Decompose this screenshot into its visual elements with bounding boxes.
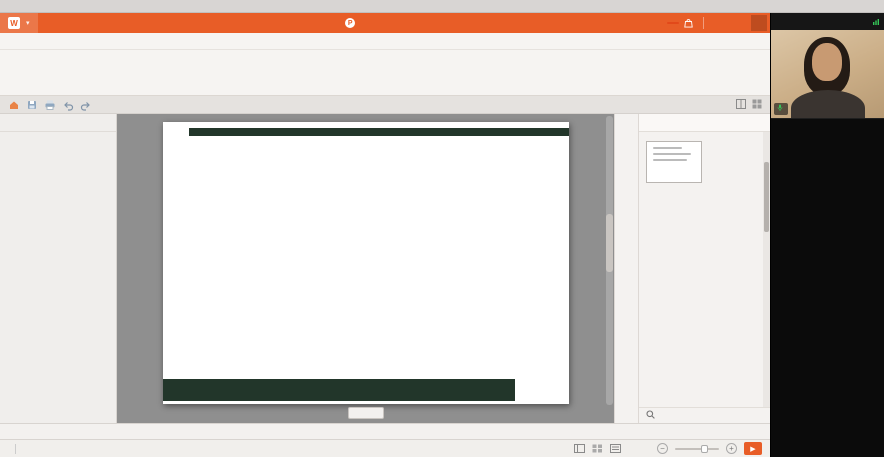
task-pane-body <box>639 132 770 407</box>
ribbon-tabs <box>0 33 770 50</box>
participant-video-tile[interactable] <box>771 30 884 118</box>
tab-bar-tools <box>728 96 770 113</box>
quick-access-toolbar <box>0 96 100 113</box>
wps-window: W ▾ P <box>0 13 770 457</box>
titlebar-divider <box>703 17 704 29</box>
scrollbar-thumb[interactable] <box>606 214 613 272</box>
participant-name-tag <box>774 103 788 115</box>
slide-thumbnail-panel <box>0 114 117 423</box>
zoom-out-button[interactable]: − <box>657 443 668 454</box>
app-menu-tab[interactable]: W ▾ <box>0 13 38 33</box>
slide-canvas[interactable] <box>163 122 569 404</box>
maximize-button[interactable] <box>730 15 746 31</box>
reading-view-icon[interactable] <box>610 444 621 453</box>
wps-logo-icon: W <box>8 17 20 29</box>
thumbnail-list <box>0 132 116 423</box>
ppt-file-icon: P <box>345 18 355 28</box>
close-button[interactable] <box>751 15 767 31</box>
normal-view-icon[interactable] <box>574 444 585 453</box>
screen: W ▾ P <box>0 0 884 457</box>
shop-icon[interactable] <box>684 18 693 28</box>
titlebar-controls <box>667 15 770 31</box>
meeting-panel <box>770 13 884 457</box>
status-divider <box>15 444 16 454</box>
design-task-pane <box>638 114 770 423</box>
slide-sorter-icon[interactable] <box>592 444 603 453</box>
volume-indicator-icon <box>872 18 880 26</box>
minimize-button[interactable] <box>709 15 725 31</box>
ribbon-content <box>0 50 770 96</box>
slideshow-button[interactable]: ▶ <box>744 442 762 455</box>
chevron-down-icon: ▾ <box>26 19 30 27</box>
slide-edit-area <box>117 114 614 423</box>
redo-icon[interactable] <box>80 99 92 111</box>
main-row: W ▾ P <box>0 13 884 457</box>
undo-icon[interactable] <box>62 99 74 111</box>
window-title-area: P <box>38 18 667 28</box>
print-icon[interactable] <box>44 99 56 111</box>
home-icon[interactable] <box>8 99 20 111</box>
task-pane-scrollbar[interactable] <box>763 132 770 407</box>
status-bar: − + ▶ <box>0 439 770 457</box>
panel-collapse-button[interactable] <box>771 118 884 457</box>
save-icon[interactable] <box>26 99 38 111</box>
edit-area-scrollbar[interactable] <box>606 116 613 405</box>
zoom-slider-knob[interactable] <box>701 445 708 453</box>
slide-top-bar <box>189 128 569 136</box>
slide-bottom-bar <box>163 379 515 401</box>
mic-icon <box>777 104 783 114</box>
notes-collapse-button[interactable] <box>348 407 384 419</box>
notes-bar[interactable] <box>0 423 770 439</box>
meeting-header <box>771 13 884 30</box>
split-view-icon[interactable] <box>736 96 746 114</box>
tab-menu-icon[interactable] <box>752 96 762 114</box>
zoom-slider[interactable] <box>675 448 719 450</box>
os-titlebar <box>0 0 884 13</box>
task-pane-header <box>639 114 770 132</box>
search-icon <box>646 410 655 421</box>
login-button[interactable] <box>667 22 679 24</box>
document-tab-bar <box>0 96 770 114</box>
browse-templates[interactable] <box>639 407 770 423</box>
panel-tabs <box>0 114 116 132</box>
scrollbar-thumb[interactable] <box>764 162 769 232</box>
right-sidebar-strip <box>614 114 638 423</box>
workspace <box>0 114 770 423</box>
wps-titlebar: W ▾ P <box>0 13 770 33</box>
zoom-in-button[interactable]: + <box>726 443 737 454</box>
current-template-thumb[interactable] <box>646 141 702 183</box>
